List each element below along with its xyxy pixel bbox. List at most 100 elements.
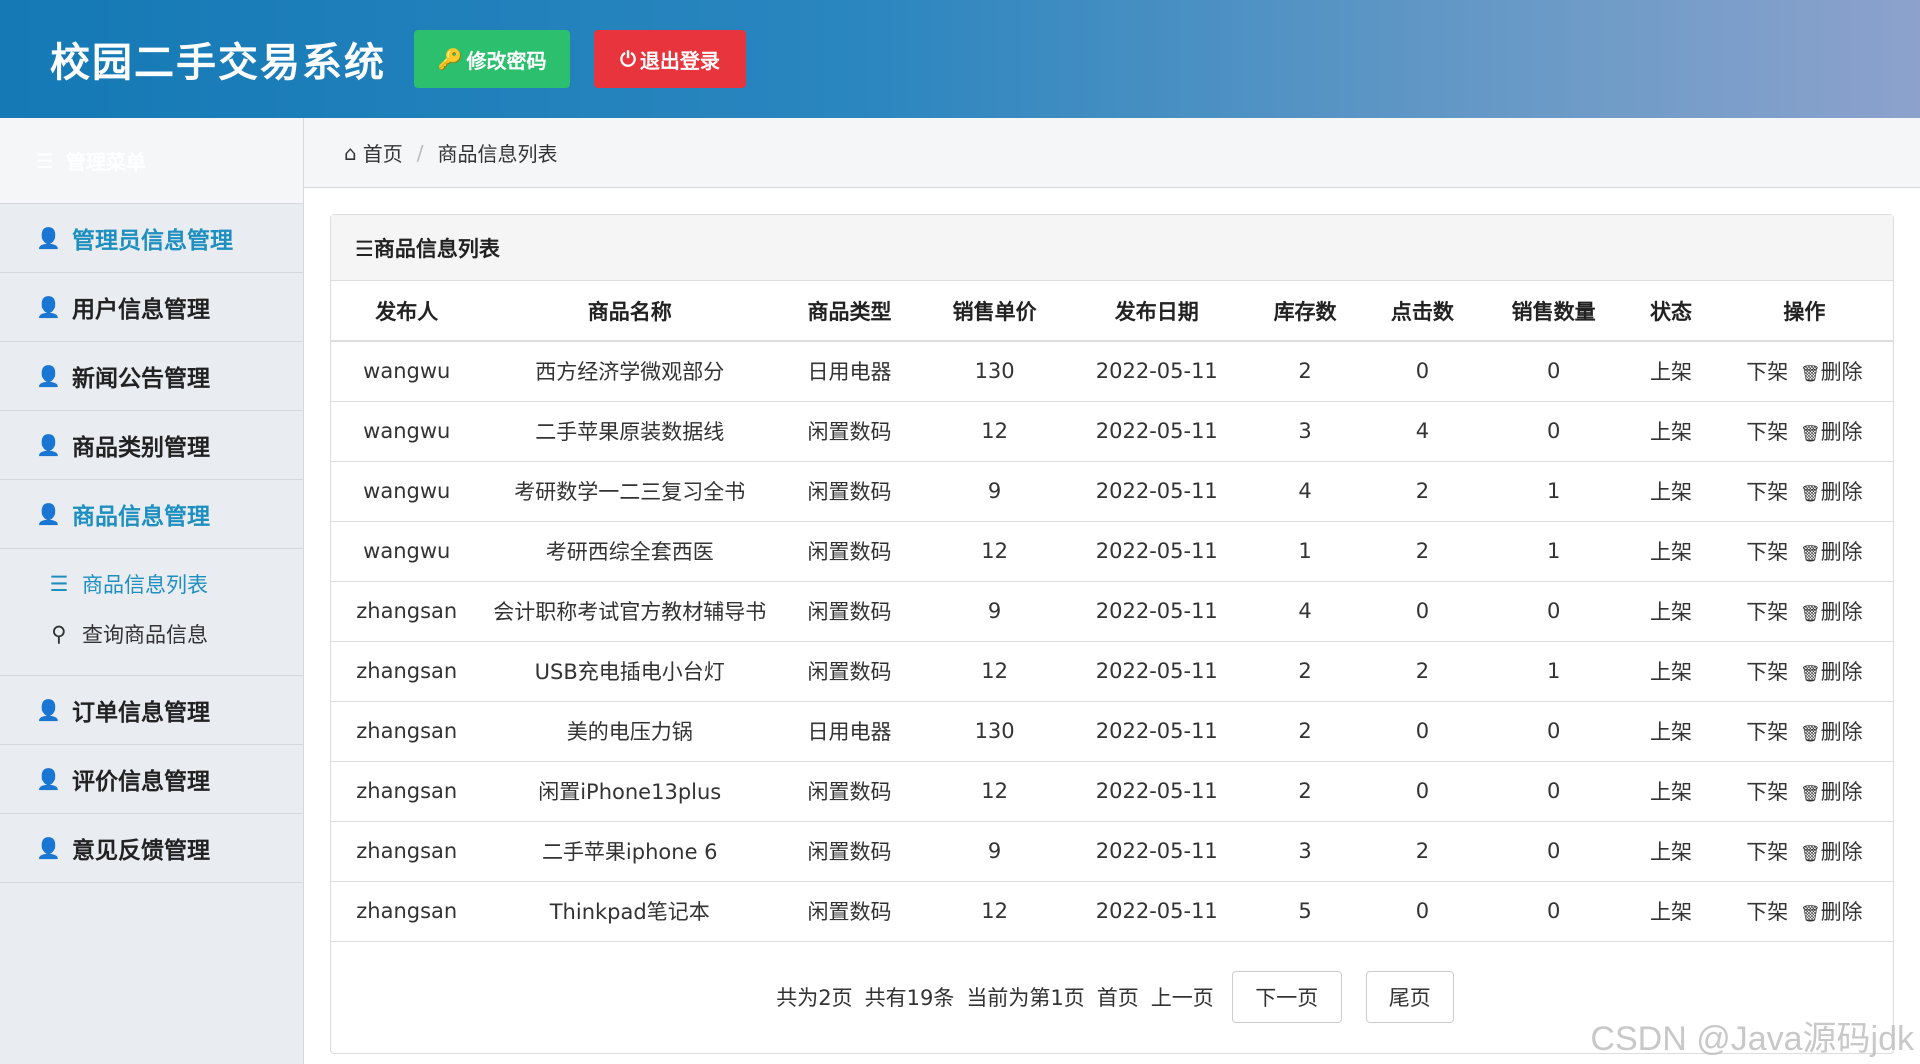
pager-last-button[interactable]: 尾页 [1365, 971, 1454, 1023]
table-cell: 考研西综全套西医 [482, 521, 777, 582]
goods-table: 发布人 商品名称 商品类型 销售单价 发布日期 库存数 点击数 销售数量 状态 … [331, 281, 1893, 942]
col-header: 操作 [1715, 281, 1893, 342]
take-down-link[interactable]: 下架 [1746, 720, 1788, 744]
take-down-link[interactable]: 下架 [1746, 480, 1788, 504]
sidebar-item-categories[interactable]: 👤 商品类别管理 [0, 411, 303, 480]
table-cell: 上架 [1626, 461, 1716, 522]
table-cell: 1 [1481, 461, 1627, 522]
sidebar-subitem-goods-list[interactable]: ☰ 商品信息列表 [0, 559, 303, 609]
table-cell: 2 [1363, 821, 1482, 882]
trash-icon: 🗑 [1800, 844, 1821, 863]
table-row: zhangsan 会计职称考试官方教材辅导书 闲置数码 9 2022-05-11 4 0 0 上… [331, 581, 1893, 642]
table-cell: 上架 [1626, 521, 1716, 582]
sidebar-item-goods[interactable]: 👤 商品信息管理 [0, 480, 303, 549]
table-cell: 5 [1246, 881, 1364, 942]
pager-total-items: 共有19条 [864, 986, 955, 1010]
table-cell: 3 [1246, 821, 1364, 882]
table-cell: 9 [922, 821, 1068, 882]
table-cell: 2022-05-11 [1067, 641, 1247, 702]
take-down-link[interactable]: 下架 [1746, 600, 1788, 624]
table-cell: wangwu [331, 401, 483, 462]
table-row: wangwu 西方经济学微观部分 日用电器 130 2022-05-11 2 0 0 上架 下架 🗑… [331, 341, 1893, 402]
table-cell: 考研数学一二三复习全书 [482, 461, 777, 522]
delete-link[interactable]: 删除 [1821, 600, 1863, 624]
sidebar-item-users[interactable]: 👤 用户信息管理 [0, 273, 303, 342]
table-cell: 2022-05-11 [1067, 341, 1247, 402]
pager-prev[interactable]: 上一页 [1151, 982, 1214, 1012]
delete-link[interactable]: 删除 [1821, 900, 1863, 924]
table-cell: 上架 [1626, 761, 1716, 822]
sidebar-item-orders[interactable]: 👤 订单信息管理 [0, 676, 303, 745]
table-cell: 1 [1246, 521, 1364, 582]
take-down-link[interactable]: 下架 [1746, 840, 1788, 864]
table-cell: wangwu [331, 521, 483, 582]
col-header: 销售数量 [1481, 281, 1627, 342]
change-password-button[interactable]: 🔑 修改密码 [414, 30, 570, 88]
table-cell: 9 [922, 461, 1068, 522]
table-cell: wangwu [331, 461, 483, 522]
table-row: zhangsan 闲置iPhone13plus 闲置数码 12 2022-05-11 2 0… [331, 761, 1893, 822]
list-icon: ☰ [49, 572, 69, 596]
sidebar-item-feedback[interactable]: 👤 意见反馈管理 [0, 814, 303, 883]
trash-icon: 🗑 [1800, 604, 1821, 623]
take-down-link[interactable]: 下架 [1746, 360, 1788, 384]
logout-button[interactable]: ⏻ 退出登录 [594, 30, 746, 88]
table-cell: 0 [1363, 761, 1482, 822]
table-cell-actions: 下架 🗑删除 [1715, 881, 1893, 942]
delete-link[interactable]: 删除 [1821, 480, 1863, 504]
table-cell: 闲置数码 [776, 641, 923, 702]
goods-panel: ☰商品信息列表 发布人 商品名称 商品类型 销售单价 发布日期 库存数 点击数 … [330, 214, 1894, 1054]
table-header-row: 发布人 商品名称 商品类型 销售单价 发布日期 库存数 点击数 销售数量 状态 … [331, 281, 1893, 342]
trash-icon: 🗑 [1800, 544, 1821, 563]
trash-icon: 🗑 [1800, 424, 1821, 443]
col-header: 点击数 [1363, 281, 1482, 342]
table-cell: 2 [1246, 341, 1364, 402]
col-header: 发布人 [331, 281, 483, 342]
table-cell: 4 [1363, 401, 1482, 462]
table-cell-actions: 下架 🗑删除 [1715, 521, 1893, 582]
pager-first[interactable]: 首页 [1097, 982, 1139, 1012]
table-cell: 2022-05-11 [1067, 521, 1247, 582]
table-cell: 0 [1481, 761, 1627, 822]
table-cell: 2 [1246, 641, 1364, 702]
sidebar-item-reviews[interactable]: 👤 评价信息管理 [0, 745, 303, 814]
table-cell: 0 [1481, 581, 1627, 642]
table-cell: 上架 [1626, 401, 1716, 462]
delete-link[interactable]: 删除 [1821, 540, 1863, 564]
delete-link[interactable]: 删除 [1821, 720, 1863, 744]
user-icon: 👤 [36, 433, 61, 457]
user-icon: 👤 [36, 295, 61, 319]
table-cell: 2 [1363, 641, 1482, 702]
take-down-link[interactable]: 下架 [1746, 780, 1788, 804]
table-cell: 西方经济学微观部分 [482, 341, 777, 402]
table-cell: 闲置数码 [776, 821, 923, 882]
table-cell: 上架 [1626, 881, 1716, 942]
sidebar-item-news[interactable]: 👤 新闻公告管理 [0, 342, 303, 411]
delete-link[interactable]: 删除 [1821, 660, 1863, 684]
take-down-link[interactable]: 下架 [1746, 660, 1788, 684]
table-cell: 12 [922, 401, 1068, 462]
take-down-link[interactable]: 下架 [1746, 420, 1788, 444]
home-icon: ⌂ [344, 140, 357, 165]
delete-link[interactable]: 删除 [1821, 360, 1863, 384]
table-cell: 2022-05-11 [1067, 401, 1247, 462]
sidebar-subitem-label: 商品信息列表 [82, 573, 208, 597]
delete-link[interactable]: 删除 [1821, 420, 1863, 444]
main-content: ☰商品信息列表 发布人 商品名称 商品类型 销售单价 发布日期 库存数 点击数 … [304, 188, 1920, 1064]
table-cell: 0 [1481, 341, 1627, 402]
col-header: 商品名称 [482, 281, 777, 342]
delete-link[interactable]: 删除 [1821, 780, 1863, 804]
sidebar-subitem-goods-search[interactable]: ⚲ 查询商品信息 [0, 609, 303, 659]
trash-icon: 🗑 [1800, 904, 1821, 923]
take-down-link[interactable]: 下架 [1746, 900, 1788, 924]
table-cell: 12 [922, 761, 1068, 822]
breadcrumb-home[interactable]: 首页 [363, 138, 403, 167]
sidebar-item-admin[interactable]: 👤 管理员信息管理 [0, 204, 303, 273]
table-cell: 2 [1246, 701, 1364, 762]
trash-icon: 🗑 [1800, 664, 1821, 683]
table-cell: 日用电器 [776, 341, 923, 402]
table-cell: 12 [922, 881, 1068, 942]
pager-next-button[interactable]: 下一页 [1231, 971, 1342, 1023]
take-down-link[interactable]: 下架 [1746, 540, 1788, 564]
delete-link[interactable]: 删除 [1821, 840, 1863, 864]
